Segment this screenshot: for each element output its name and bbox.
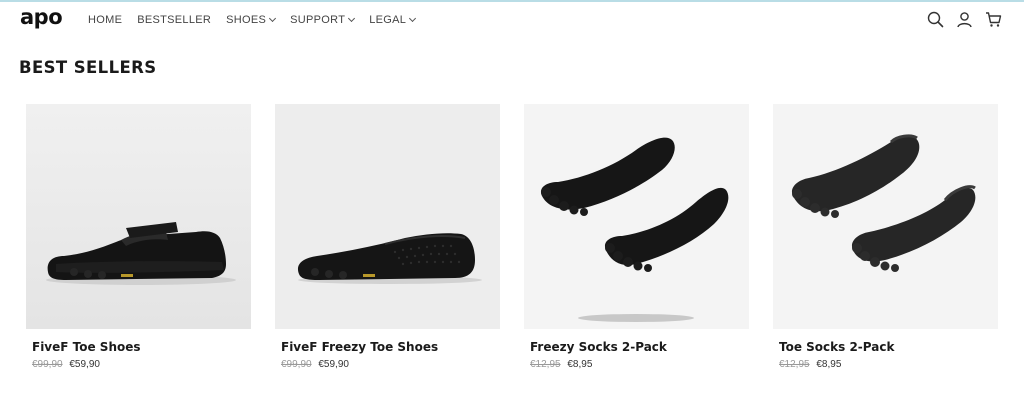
- nav-shoes[interactable]: SHOES: [226, 14, 277, 26]
- account-icon[interactable]: [956, 11, 973, 28]
- product-image[interactable]: [26, 104, 251, 329]
- nav-bestseller[interactable]: BESTSELLER: [137, 14, 211, 26]
- product-prices: €12,95 €8,95: [530, 359, 592, 370]
- sale-price: €8,95: [567, 359, 593, 370]
- original-price: €12,95: [779, 359, 810, 370]
- product-name[interactable]: FiveF Toe Shoes: [32, 340, 141, 354]
- product-image[interactable]: [275, 104, 500, 329]
- product-card[interactable]: Freezy Socks 2-Pack €12,95 €8,95: [524, 104, 749, 374]
- product-image[interactable]: [773, 104, 998, 329]
- chevron-down-icon: [269, 14, 277, 23]
- product-image[interactable]: [524, 104, 749, 329]
- nav-support-label: SUPPORT: [290, 14, 346, 26]
- nav-shoes-label: SHOES: [226, 14, 267, 26]
- chevron-down-icon: [409, 14, 417, 23]
- sale-price: €59,90: [318, 359, 349, 370]
- sale-price: €59,90: [69, 359, 100, 370]
- chevron-down-icon: [348, 14, 356, 23]
- nav-legal[interactable]: LEGAL: [369, 14, 417, 26]
- nav-support[interactable]: SUPPORT: [290, 14, 356, 26]
- product-name[interactable]: Freezy Socks 2-Pack: [530, 340, 667, 354]
- original-price: €12,95: [530, 359, 561, 370]
- product-card[interactable]: FiveF Toe Shoes €99,90 €59,90: [26, 104, 251, 374]
- nav-legal-label: LEGAL: [369, 14, 407, 26]
- main-nav: HOME BESTSELLER SHOES SUPPORT LEGAL: [88, 14, 430, 26]
- site-header: apo HOME BESTSELLER SHOES SUPPORT LEGAL: [0, 2, 1024, 38]
- nav-bestseller-label: BESTSELLER: [137, 14, 212, 26]
- cart-icon[interactable]: [985, 11, 1002, 28]
- sale-price: €8,95: [816, 359, 842, 370]
- product-name[interactable]: FiveF Freezy Toe Shoes: [281, 340, 438, 354]
- header-icons: [927, 11, 1002, 28]
- original-price: €99,90: [281, 359, 312, 370]
- product-prices: €12,95 €8,95: [779, 359, 841, 370]
- product-card[interactable]: Toe Socks 2-Pack €12,95 €8,95: [773, 104, 998, 374]
- product-name[interactable]: Toe Socks 2-Pack: [779, 340, 894, 354]
- search-icon[interactable]: [927, 11, 944, 28]
- product-card[interactable]: FiveF Freezy Toe Shoes €99,90 €59,90: [275, 104, 500, 374]
- original-price: €99,90: [32, 359, 63, 370]
- product-grid: FiveF Toe Shoes €99,90 €59,90 FiveF Free…: [26, 104, 998, 374]
- section-title: BEST SELLERS: [19, 58, 157, 77]
- product-prices: €99,90 €59,90: [32, 359, 100, 370]
- product-prices: €99,90 €59,90: [281, 359, 349, 370]
- nav-home-label: HOME: [88, 14, 123, 26]
- nav-home[interactable]: HOME: [88, 14, 122, 26]
- site-logo[interactable]: apo: [20, 5, 63, 29]
